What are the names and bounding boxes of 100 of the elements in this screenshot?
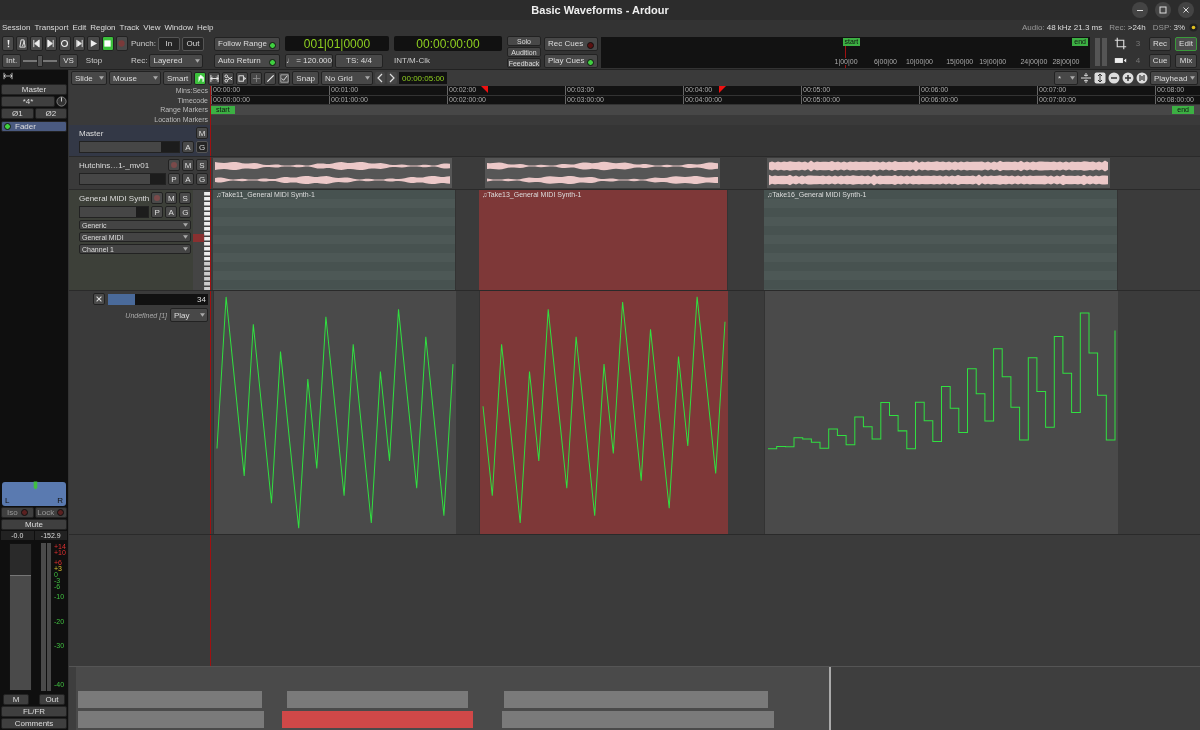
cut-tool-button[interactable]	[222, 71, 235, 85]
secondary-clock[interactable]: 00:00:00:00	[394, 36, 502, 51]
maximize-icon[interactable]	[1155, 2, 1171, 18]
range-tool-button[interactable]	[208, 71, 221, 85]
output-button[interactable]: Out	[39, 694, 65, 705]
grab-tool-button[interactable]	[194, 71, 207, 85]
track-playlist-button[interactable]: P	[168, 173, 180, 185]
smart-mode-button[interactable]: Smart	[163, 71, 193, 85]
nudge-clock[interactable]: 00:00:05:00	[399, 72, 448, 84]
close-button[interactable]	[93, 293, 105, 305]
input-button[interactable]: *4*	[1, 96, 55, 107]
mute-button[interactable]: Mute	[1, 519, 67, 530]
ripple-mode-dropdown[interactable]: Mouse	[109, 71, 161, 85]
menu-item[interactable]: Session	[2, 22, 31, 32]
track-name[interactable]: General MIDI Synth	[79, 193, 150, 203]
track-gain-fader[interactable]	[79, 141, 180, 153]
track-solo-toggle[interactable]: S	[196, 159, 208, 171]
panner[interactable]: L R	[2, 482, 66, 506]
track-name[interactable]: Hutchins…1-_mv01	[79, 160, 166, 170]
iso-button[interactable]: Iso	[1, 507, 34, 518]
track-mute-toggle[interactable]: M	[196, 127, 208, 139]
edit-mode-dropdown[interactable]: Slide	[71, 71, 107, 85]
zoom-in-icon[interactable]	[1122, 72, 1134, 84]
processor-item[interactable]: Fader	[1, 121, 67, 132]
nudge-forward-icon[interactable]	[387, 72, 398, 84]
transport-button[interactable]	[16, 36, 29, 51]
menu-item[interactable]: Window	[164, 22, 193, 32]
track-group-button[interactable]: G	[196, 173, 208, 185]
automation-value-slider[interactable]: 34	[108, 293, 208, 305]
stop-button[interactable]	[101, 36, 114, 51]
transport-button[interactable]	[2, 36, 15, 51]
phase-invert-button[interactable]: Ø1	[1, 108, 34, 119]
internal-button[interactable]: Int.	[2, 53, 22, 68]
track-mute-toggle[interactable]: M	[182, 159, 194, 171]
track-automation-button[interactable]: A	[165, 206, 178, 218]
track-group-button[interactable]: G	[179, 206, 192, 218]
toggle-button[interactable]: Follow Range	[214, 36, 280, 51]
comments-button[interactable]: Comments	[1, 718, 67, 729]
menu-item[interactable]: Help	[196, 22, 214, 32]
trim-knob-icon[interactable]	[56, 96, 67, 107]
cue-button[interactable]: Play Cues	[544, 53, 598, 68]
session-summary[interactable]	[69, 666, 1200, 730]
draw-tool-button[interactable]	[264, 71, 277, 85]
shrink-tracks-icon[interactable]	[1080, 72, 1092, 84]
expand-tracks-icon[interactable]	[1094, 72, 1106, 84]
track-playlist-button[interactable]: P	[151, 206, 164, 218]
panner-type-button[interactable]: FL/FR	[1, 706, 67, 717]
pan-position-icon[interactable]	[31, 480, 40, 492]
menu-item[interactable]: Edit	[72, 22, 87, 32]
audio-region[interactable]	[767, 158, 1110, 188]
audio-region[interactable]	[485, 158, 720, 188]
transport-button[interactable]	[44, 36, 57, 51]
nudge-back-icon[interactable]	[375, 72, 386, 84]
transport-button[interactable]	[58, 36, 72, 51]
track-name[interactable]: Master	[79, 128, 194, 138]
play-button[interactable]	[87, 36, 100, 51]
track-solo-toggle[interactable]: S	[179, 192, 192, 204]
zoom-out-icon[interactable]	[1108, 72, 1120, 84]
phase-invert-button[interactable]: Ø2	[34, 108, 67, 119]
audio-region[interactable]	[213, 158, 452, 188]
close-icon[interactable]	[1178, 2, 1194, 18]
track-mute-toggle[interactable]: M	[165, 192, 178, 204]
loop-end-marker-icon[interactable]	[719, 86, 726, 93]
automation-mode-dropdown[interactable]: Play	[170, 308, 208, 322]
stretch-tool-button[interactable]	[236, 71, 249, 85]
zoom-focus-dropdown[interactable]: Playhead	[1150, 71, 1198, 85]
track-automation-button[interactable]: A	[182, 173, 194, 185]
cue-button[interactable]: Rec Cues	[544, 36, 598, 51]
strip-width-icon[interactable]	[3, 72, 13, 80]
crop-icon[interactable]	[1113, 37, 1127, 50]
menu-item[interactable]: View	[143, 22, 161, 32]
strip-name-button[interactable]: Master	[1, 84, 67, 95]
minimize-icon[interactable]	[1132, 2, 1148, 18]
window-button[interactable]: Rec	[1149, 36, 1171, 51]
audition-tool-button[interactable]	[250, 71, 263, 85]
track-automation-button[interactable]: A	[182, 141, 194, 153]
internal-tool-button[interactable]	[278, 71, 291, 85]
window-button[interactable]: Cue	[1149, 53, 1171, 68]
menu-item[interactable]: Region	[90, 22, 116, 32]
zoom-to-session-icon[interactable]	[1136, 72, 1148, 84]
meter-point-button[interactable]: M	[3, 694, 29, 705]
stop-icon	[103, 39, 113, 48]
varispeed-button[interactable]: VS	[59, 53, 78, 68]
visible-tracks-dropdown[interactable]: *	[1054, 71, 1078, 85]
grid-dropdown[interactable]: No Grid	[321, 71, 374, 85]
snap-button[interactable]: Snap	[292, 71, 320, 85]
transport-button[interactable]	[30, 36, 43, 51]
record-mode-dropdown[interactable]: Layered	[149, 53, 204, 68]
window-button[interactable]: Edit	[1175, 36, 1197, 51]
tempo-button[interactable]: ♩ = 120.000	[285, 53, 333, 68]
toggle-button[interactable]: Auto Return	[214, 53, 280, 68]
transport-button[interactable]	[73, 36, 86, 51]
menu-item[interactable]: Transport	[34, 22, 69, 32]
menu-item[interactable]: Track	[119, 22, 140, 32]
track-gain-fader[interactable]	[79, 173, 166, 185]
window-button[interactable]: Mix	[1175, 53, 1197, 68]
primary-clock[interactable]: 001|01|0000	[285, 36, 389, 51]
meter-button[interactable]: TS: 4/4	[335, 53, 383, 68]
shuttle-slider[interactable]	[23, 54, 58, 67]
lock-button[interactable]: Lock	[34, 507, 67, 518]
